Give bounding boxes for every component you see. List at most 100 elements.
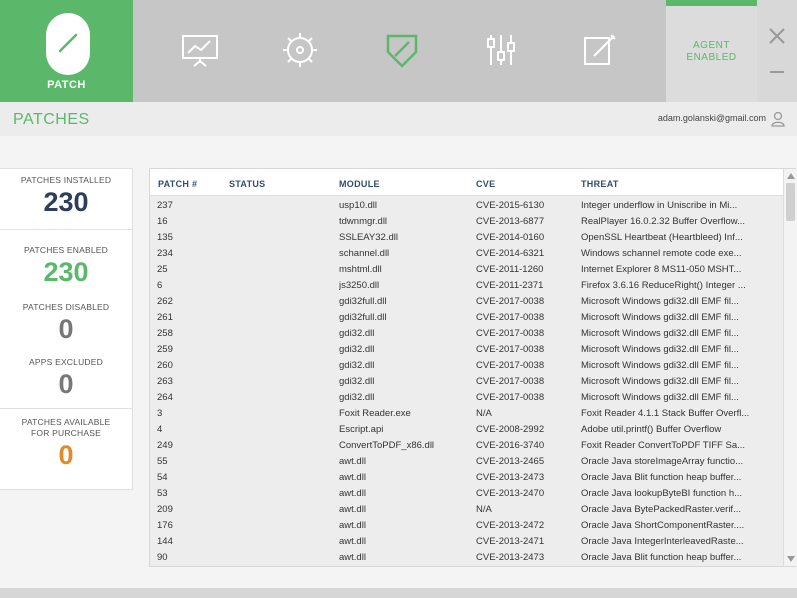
cell-cve: CVE-2017-0038 [476, 344, 545, 355]
cell-module: gdi32.dll [339, 376, 375, 387]
cell-cve: CVE-2011-1260 [476, 264, 544, 275]
cell-cve: CVE-2008-2992 [476, 424, 545, 435]
table-row[interactable]: 135ENABLEDSSLEAY32.dllCVE-2014-0160OpenS… [150, 229, 783, 245]
cell-threat: Oracle Java lookupByteBI function h... [581, 488, 743, 499]
table-row[interactable]: 16ENABLEDtdwnmgr.dllCVE-2013-6877RealPla… [150, 213, 783, 229]
table-row[interactable]: 6ENABLEDjs3250.dllCVE-2011-2371Firefox 3… [150, 277, 783, 293]
table-row[interactable]: 259ENABLEDgdi32.dllCVE-2017-0038Microsof… [150, 341, 783, 357]
column-header-patch[interactable]: PATCH # [158, 179, 197, 189]
user-email[interactable]: adam.golanski@gmail.com [600, 113, 766, 123]
cell-threat: Microsoft Windows gdi32.dll EMF fil... [581, 296, 739, 307]
edit-icon[interactable] [580, 30, 620, 70]
table-row[interactable]: 25ENABLEDmshtml.dllCVE-2011-1260Internet… [150, 261, 783, 277]
stat-label: FOR PURCHASE [31, 428, 101, 438]
cell-module: js3250.dll [339, 280, 380, 291]
cell-patch: 237 [157, 200, 173, 211]
agent-status-panel[interactable]: AGENT ENABLED [666, 0, 757, 102]
cell-cve: CVE-2013-2465 [476, 456, 545, 467]
table-row[interactable]: 258ENABLEDgdi32.dllCVE-2017-0038Microsof… [150, 325, 783, 341]
scroll-down-icon[interactable] [787, 556, 795, 562]
patch-shield-icon[interactable] [382, 30, 422, 70]
cell-threat: Adobe util.printf() Buffer Overflow [581, 424, 722, 435]
cell-module: SSLEAY32.dll [339, 232, 398, 243]
divider [0, 229, 132, 230]
user-icon[interactable] [771, 111, 785, 127]
table-row[interactable]: 144ENABLEDawt.dllCVE-2013-2471Oracle Jav… [150, 533, 783, 549]
page-header: PATCHES adam.golanski@gmail.com [0, 102, 797, 136]
cell-module: gdi32.dll [339, 328, 375, 339]
cell-module: schannel.dll [339, 248, 390, 259]
table-row[interactable]: 55ENABLEDawt.dllCVE-2013-2465Oracle Java… [150, 453, 783, 469]
cell-patch: 25 [157, 264, 168, 275]
table-scrollbar[interactable] [783, 169, 796, 566]
cell-threat: RealPlayer 16.0.2.32 Buffer Overflow... [581, 216, 746, 227]
cell-patch: 209 [157, 504, 173, 515]
cell-patch: 262 [157, 296, 173, 307]
cell-threat: Oracle Java Blit function heap buffer... [581, 552, 742, 563]
cell-module: awt.dll [339, 520, 366, 531]
cell-cve: CVE-2017-0038 [476, 360, 545, 371]
cell-patch: 234 [157, 248, 173, 259]
table-row[interactable]: 260ENABLEDgdi32.dllCVE-2017-0038Microsof… [150, 357, 783, 373]
stat-label: APPS EXCLUDED [29, 357, 103, 367]
patch-logo-tile[interactable]: PATCH [0, 0, 133, 102]
scroll-thumb[interactable] [786, 183, 795, 221]
close-icon[interactable] [767, 26, 787, 46]
sliders-icon[interactable] [481, 30, 521, 70]
cell-module: awt.dll [339, 488, 366, 499]
cell-cve: CVE-2013-2470 [476, 488, 545, 499]
column-header-status[interactable]: STATUS [229, 179, 265, 189]
agent-status-text: AGENT ENABLED [666, 40, 757, 64]
stat-patches-available[interactable]: PATCHES AVAILABLE FOR PURCHASE 0 [0, 417, 132, 471]
table-row[interactable]: 53ENABLEDawt.dllCVE-2013-2470Oracle Java… [150, 485, 783, 501]
cell-patch: 3 [157, 408, 163, 419]
cell-cve: CVE-2017-0038 [476, 392, 545, 403]
cell-threat: Windows schannel remote code exe... [581, 248, 742, 259]
table-row[interactable]: 54ENABLEDawt.dllCVE-2013-2473Oracle Java… [150, 469, 783, 485]
agent-status-line1: AGENT [693, 40, 730, 51]
stat-label: PATCHES AVAILABLE [21, 417, 111, 427]
cell-cve: CVE-2014-6321 [476, 248, 545, 259]
table-row[interactable]: 249ENABLEDConvertToPDF_x86.dllCVE-2016-3… [150, 437, 783, 453]
table-row[interactable]: 234ENABLEDschannel.dllCVE-2014-6321Windo… [150, 245, 783, 261]
top-navigation-bar: PATCH AGENT ENABLED [0, 0, 797, 102]
stat-value: 230 [43, 187, 89, 217]
cell-threat: Microsoft Windows gdi32.dll EMF fil... [581, 328, 739, 339]
cell-module: awt.dll [339, 504, 366, 515]
cell-module: Foxit Reader.exe [339, 408, 411, 419]
stat-patches-disabled: PATCHES DISABLED 0 [0, 302, 132, 345]
divider [0, 408, 132, 409]
stat-apps-excluded: APPS EXCLUDED 0 [0, 357, 132, 400]
cell-module: gdi32.dll [339, 344, 375, 355]
cell-threat: Microsoft Windows gdi32.dll EMF fil... [581, 344, 739, 355]
cell-threat: Microsoft Windows gdi32.dll EMF fil... [581, 376, 739, 387]
cell-cve: CVE-2013-6877 [476, 216, 545, 227]
table-row[interactable]: 261ENABLEDgdi32full.dllCVE-2017-0038Micr… [150, 309, 783, 325]
cell-module: gdi32full.dll [339, 312, 387, 323]
table-row[interactable]: 176ENABLEDawt.dllCVE-2013-2472Oracle Jav… [150, 517, 783, 533]
cell-cve: CVE-2013-2473 [476, 552, 545, 563]
table-row[interactable]: 237ENABLEDusp10.dllCVE-2015-6130Integer … [150, 197, 783, 213]
stat-value: 0 [58, 314, 74, 344]
table-row[interactable]: 3ENABLEDFoxit Reader.exeN/AFoxit Reader … [150, 405, 783, 421]
table-row[interactable]: 90ENABLEDawt.dllCVE-2013-2473Oracle Java… [150, 549, 783, 565]
table-row[interactable]: 262ENABLEDgdi32full.dllCVE-2017-0038Micr… [150, 293, 783, 309]
settings-gear-icon[interactable] [280, 30, 320, 70]
cell-patch: 144 [157, 536, 173, 547]
cell-module: ConvertToPDF_x86.dll [339, 440, 435, 451]
table-row[interactable]: 209ENABLEDawt.dllN/AOracle Java BytePack… [150, 501, 783, 517]
minimize-icon[interactable] [767, 62, 787, 82]
table-row[interactable]: 264ENABLEDgdi32.dllCVE-2017-0038Microsof… [150, 389, 783, 405]
scroll-up-icon[interactable] [787, 173, 795, 179]
column-header-module[interactable]: MODULE [339, 179, 380, 189]
table-row[interactable]: 263ENABLEDgdi32.dllCVE-2017-0038Microsof… [150, 373, 783, 389]
table-row[interactable]: 4ENABLEDEscript.apiCVE-2008-2992Adobe ut… [150, 421, 783, 437]
stat-value: 230 [43, 257, 89, 287]
dashboard-chart-icon[interactable] [180, 30, 220, 70]
agent-status-bar [666, 0, 757, 6]
agent-status-line2: ENABLED [686, 52, 737, 63]
cell-module: gdi32.dll [339, 392, 375, 403]
column-header-threat[interactable]: THREAT [581, 179, 619, 189]
table-header: PATCH # STATUS MODULE CVE THREAT [150, 169, 783, 196]
column-header-cve[interactable]: CVE [476, 179, 495, 189]
